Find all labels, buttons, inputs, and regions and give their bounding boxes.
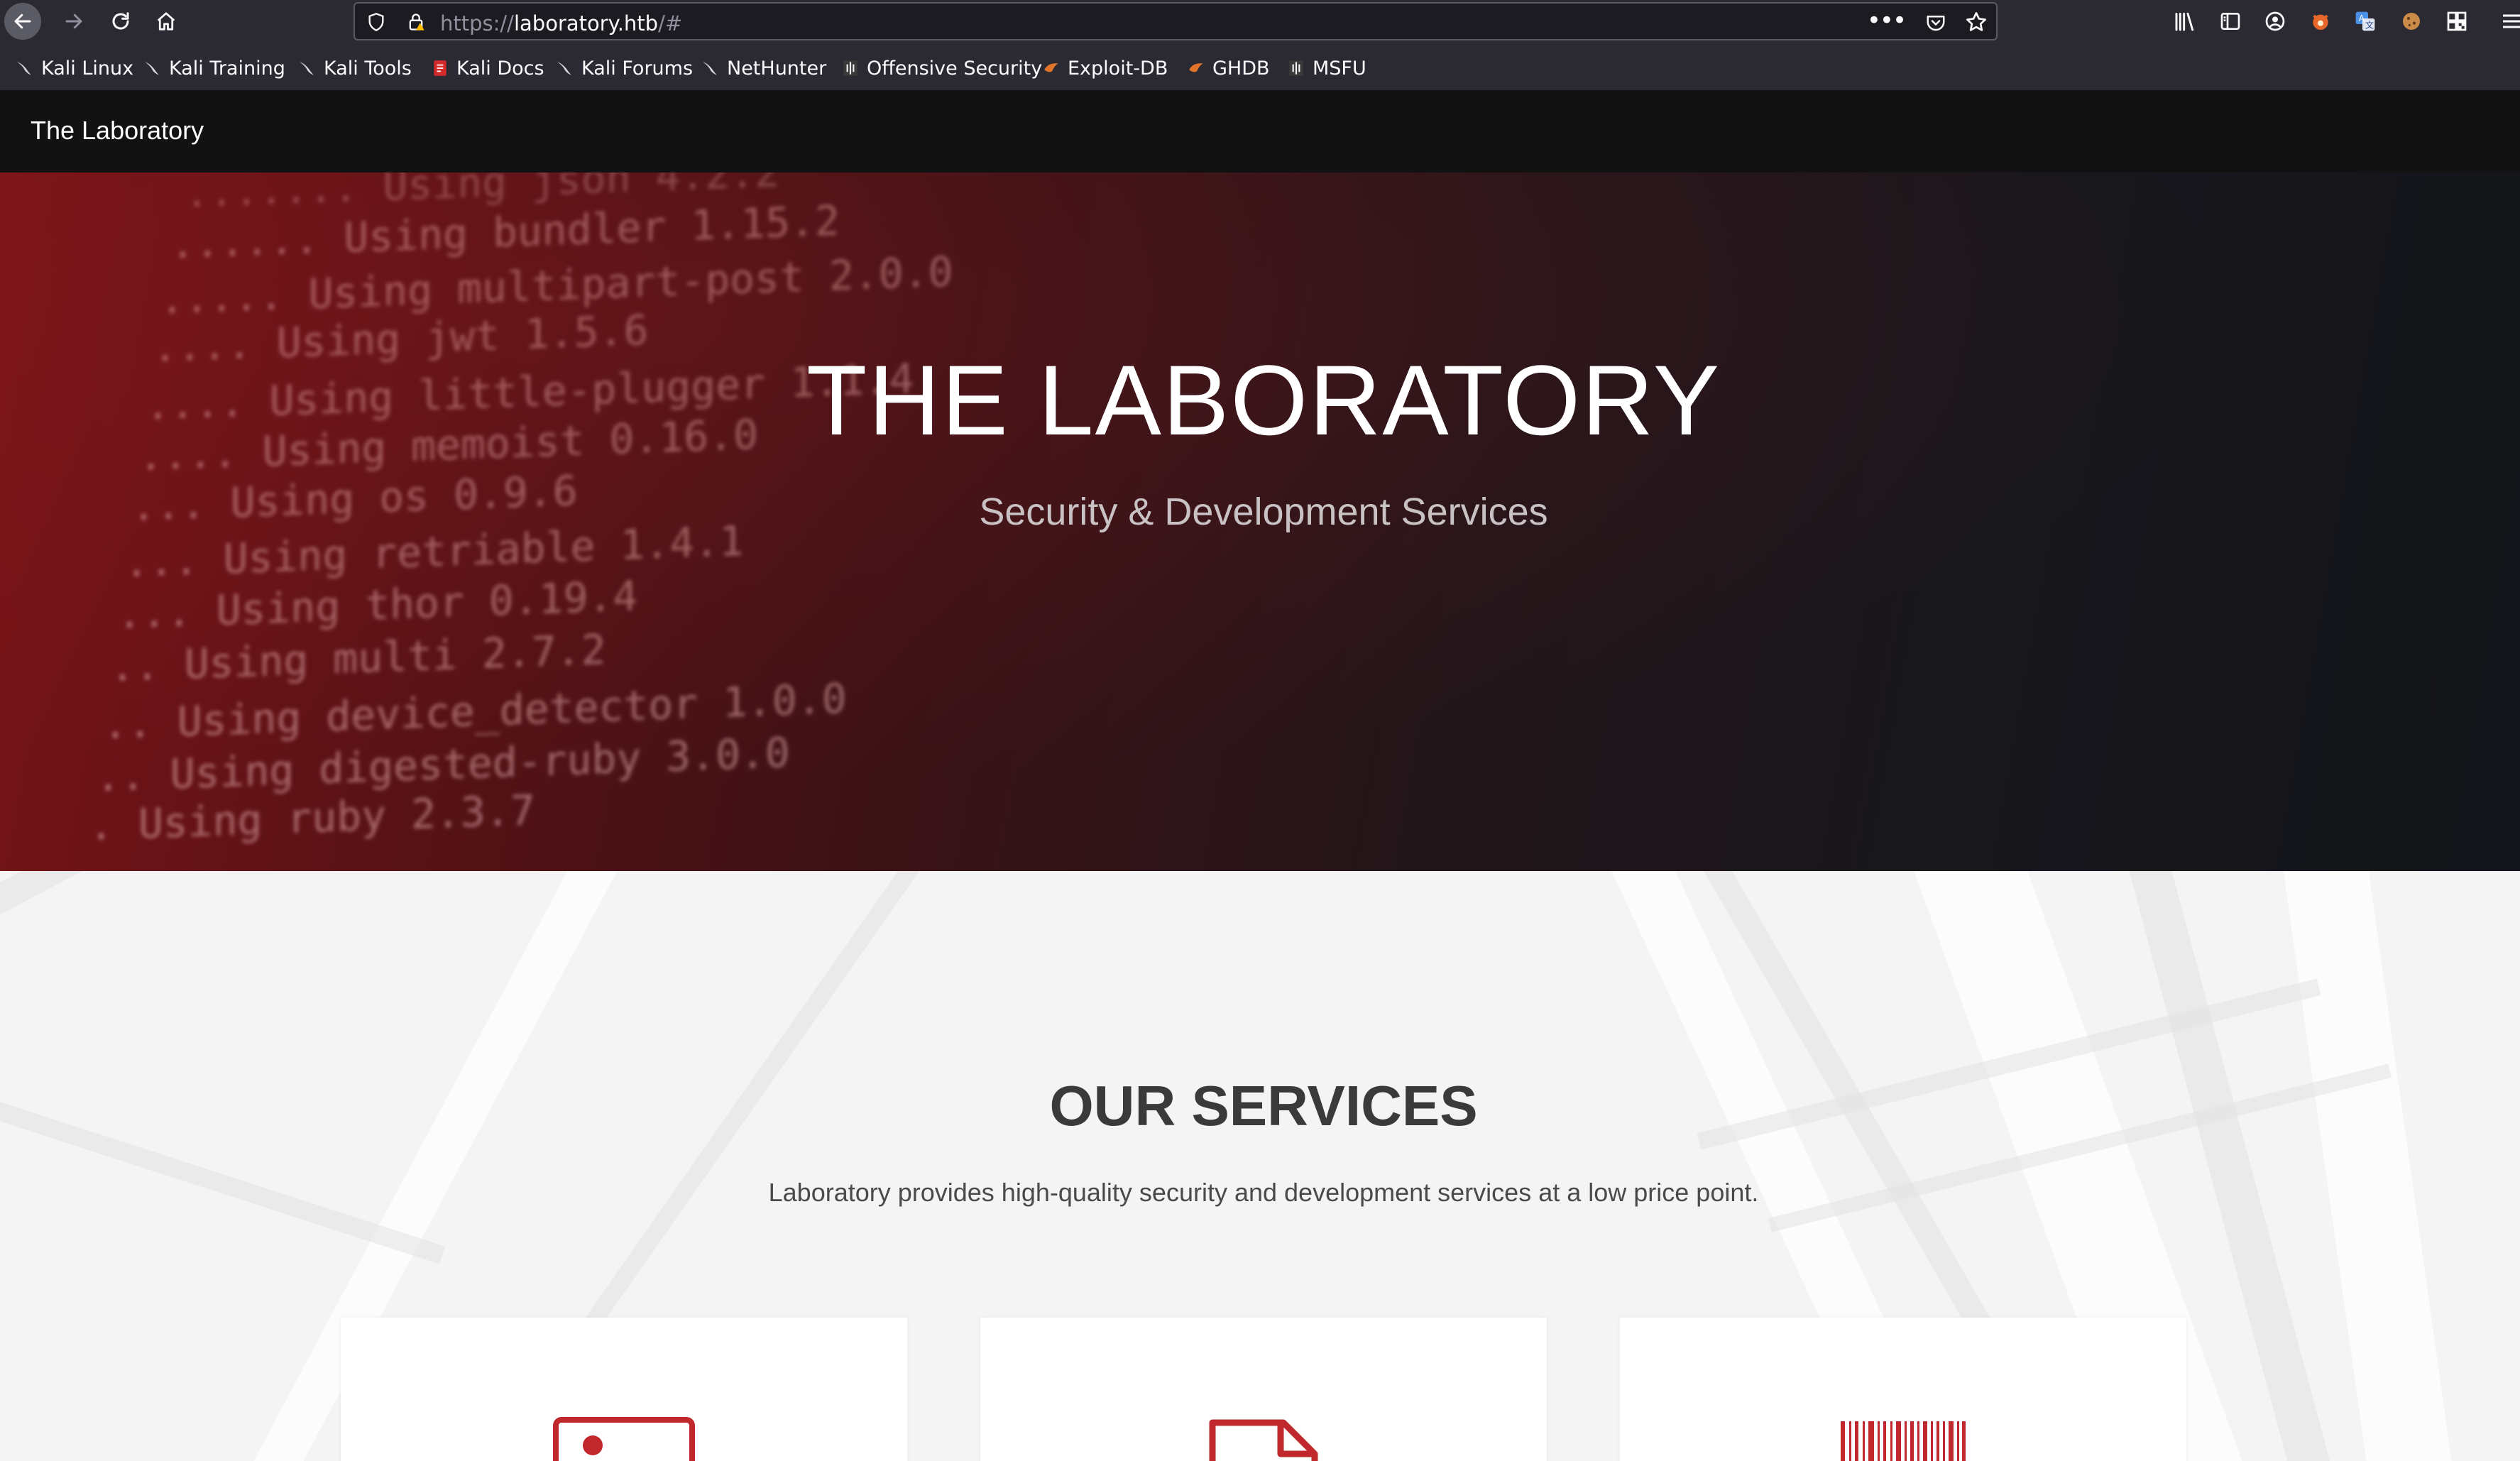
url-bar[interactable]: https://laboratory.htb/# ••• (354, 2, 1998, 40)
offsec-icon (841, 59, 860, 77)
bookmark-star-icon[interactable] (1965, 11, 1988, 33)
bookmark-kali-docs[interactable]: Kali Docs (431, 57, 544, 80)
arrow-right-icon (65, 13, 82, 29)
bookmark-label: Kali Training (169, 57, 285, 80)
forward-button[interactable] (55, 3, 92, 40)
id-card-icon (553, 1417, 695, 1461)
service-card (1620, 1318, 2186, 1461)
extension-cookie-icon[interactable] (2400, 10, 2423, 33)
extension-qr-icon[interactable] (2445, 10, 2468, 33)
pocket-icon[interactable] (1925, 12, 1946, 33)
svg-text:文: 文 (2365, 19, 2374, 30)
library-icon[interactable] (2174, 10, 2196, 33)
bookmark-label: Kali Forums (581, 57, 694, 80)
hero-subtitle: Security & Development Services (979, 491, 1548, 533)
bookmark-kali-training[interactable]: Kali Training (143, 57, 285, 80)
services-section: OUR SERVICES Laboratory provides high-qu… (0, 871, 2520, 1461)
home-icon (157, 12, 175, 31)
insecure-lock-icon[interactable] (406, 12, 426, 32)
home-button[interactable] (148, 3, 185, 40)
kali-dragon-icon (16, 59, 34, 77)
bookmark-offensive-security[interactable]: Offensive Security (841, 57, 1043, 80)
bookmark-label: GHDB (1212, 57, 1270, 80)
hero-title: THE LABORATORY (806, 344, 1721, 456)
bookmark-ghdb[interactable]: GHDB (1187, 57, 1270, 80)
url-host: laboratory.htb (513, 11, 659, 35)
bookmark-label: Kali Docs (456, 57, 544, 80)
site-navbar: The Laboratory (0, 90, 2520, 173)
bookmark-label: Offensive Security (867, 57, 1043, 80)
bookmark-label: Kali Tools (324, 57, 412, 80)
page-actions-icon[interactable]: ••• (1867, 6, 1907, 35)
barcode-icon (1841, 1421, 1966, 1461)
svg-text:A: A (2359, 13, 2365, 23)
url-scheme: https:// (440, 11, 514, 35)
bookmarks-toolbar: Kali Linux Kali Training Kali Tools Kali… (0, 42, 2520, 90)
kali-dragon-icon (298, 59, 317, 77)
brand-link[interactable]: The Laboratory (31, 116, 204, 146)
back-button[interactable] (4, 3, 41, 40)
bookmark-kali-linux[interactable]: Kali Linux (16, 57, 134, 80)
account-icon[interactable] (2264, 10, 2286, 33)
tracking-shield-icon[interactable] (366, 12, 386, 32)
arrow-left-icon (14, 13, 31, 29)
url-text[interactable]: https://laboratory.htb/# (440, 11, 682, 35)
service-card (980, 1318, 1547, 1461)
kali-dragon-icon (701, 59, 720, 77)
kali-dragon-icon (556, 59, 574, 77)
document-icon (1209, 1419, 1318, 1461)
bookmark-label: MSFU (1313, 57, 1366, 80)
exploit-db-icon (1042, 59, 1061, 77)
bookmark-exploit-db[interactable]: Exploit-DB (1042, 57, 1168, 80)
reload-icon (112, 12, 129, 30)
bookmark-label: Exploit-DB (1068, 57, 1168, 80)
menu-icon[interactable] (2500, 10, 2520, 33)
offsec-icon (1287, 59, 1305, 77)
kali-docs-icon (431, 59, 449, 77)
bookmark-msfu[interactable]: MSFU (1287, 57, 1366, 80)
reload-button[interactable] (102, 3, 139, 40)
services-description: Laboratory provides high-quality securit… (768, 1178, 1759, 1207)
extension-foxy-icon[interactable] (2309, 10, 2332, 33)
url-path: /# (658, 11, 683, 35)
bookmark-kali-tools[interactable]: Kali Tools (298, 57, 412, 80)
bookmark-label: NetHunter (727, 57, 827, 80)
browser-toolbar: https://laboratory.htb/# ••• A文 (0, 0, 2520, 42)
bookmark-nethunter[interactable]: NetHunter (701, 57, 827, 80)
hero-section: ....... Using json 4.2.2 ...... Using bu… (0, 173, 2520, 871)
bookmark-kali-forums[interactable]: Kali Forums (556, 57, 694, 80)
service-card (341, 1318, 907, 1461)
bookmark-label: Kali Linux (41, 57, 134, 80)
sidebar-icon[interactable] (2219, 10, 2242, 33)
kali-dragon-icon (143, 59, 162, 77)
extension-translate-icon[interactable]: A文 (2354, 10, 2377, 33)
exploit-db-icon (1187, 59, 1205, 77)
services-title: OUR SERVICES (1049, 1074, 1478, 1137)
